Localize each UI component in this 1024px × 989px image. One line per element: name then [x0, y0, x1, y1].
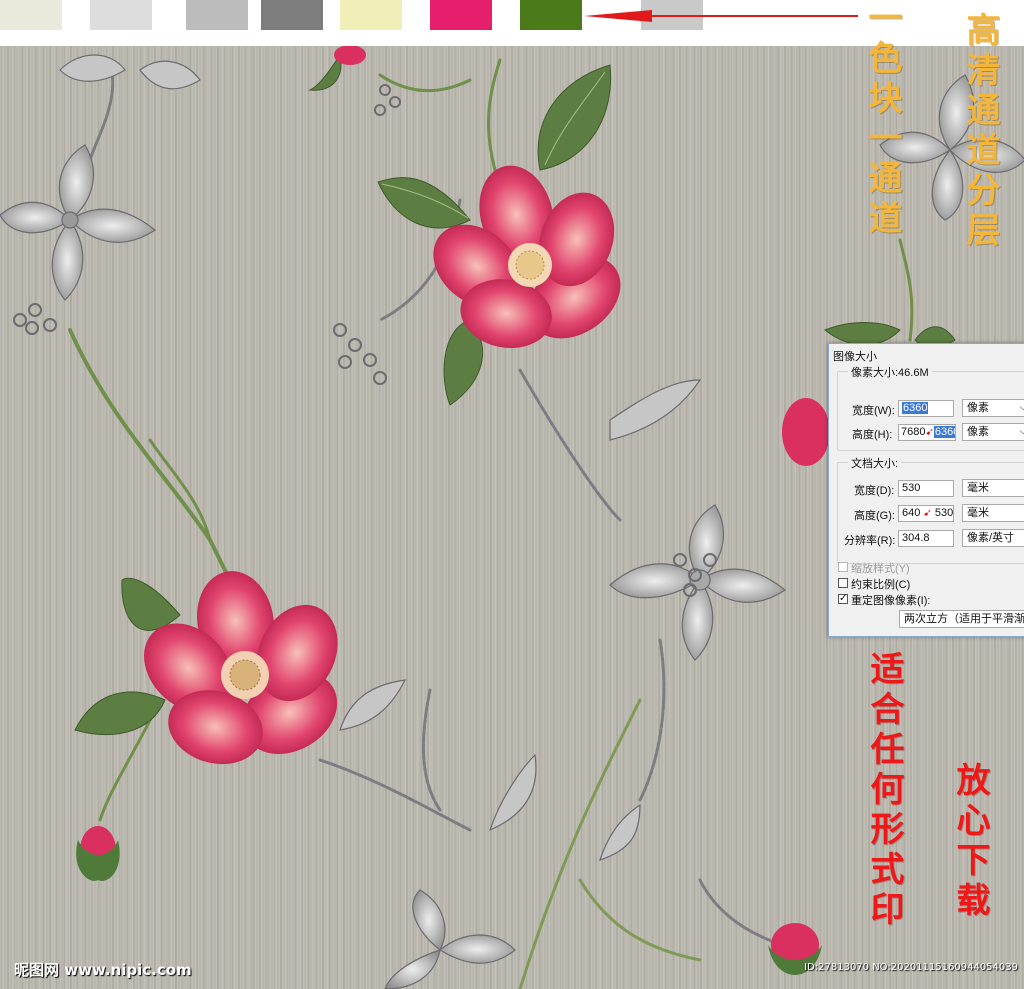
arrow-mark-icon: ➹ — [923, 508, 932, 519]
dialog-title: 图像大小 — [833, 351, 877, 363]
constrain-proportions-checkbox[interactable] — [838, 578, 848, 588]
swatch-6 — [430, 0, 492, 30]
image-size-dialog: 图像大小 像素大小:46.6M 宽度(W): 6360 像素 ⌵ 高度(H): 7… — [828, 343, 1024, 637]
pixel-width-input[interactable]: 6360 — [898, 400, 954, 417]
resample-method-select[interactable]: 两次立方（适用于平滑渐变 — [899, 610, 1024, 628]
resolution-unit-select[interactable]: 像素/英寸 — [962, 529, 1024, 547]
scale-styles-checkbox[interactable] — [838, 562, 848, 572]
pixel-group-label: 像素大小:46.6M — [848, 364, 932, 380]
chevron-down-icon: ⌵ — [1019, 402, 1024, 413]
document-size-group: 文档大小: 宽度(D): 530 毫米 高度(G): 640 ➹ 530 毫米 … — [837, 455, 1024, 564]
document-group-label: 文档大小: — [848, 455, 902, 471]
swatch-3 — [186, 0, 248, 30]
image-id-text: ID:27813070 NO:20201115160944054039 — [804, 962, 1018, 973]
swatch-2 — [90, 0, 152, 30]
doc-height-input[interactable]: 640 ➹ 530 — [898, 505, 954, 522]
chevron-down-icon: ⌵ — [1019, 426, 1024, 437]
pixel-width-unit-select[interactable]: 像素 ⌵ — [962, 399, 1024, 417]
site-logo: 昵图网 www.nipic.com — [14, 961, 192, 979]
swatch-5 — [340, 0, 402, 30]
caption-color-per-channel: 一色块一通道 — [862, 0, 902, 240]
pixel-height-label: 高度(H): — [852, 429, 893, 441]
caption-hd-channels: 高清通道分层 — [960, 12, 1000, 252]
doc-height-label: 高度(G): — [854, 510, 895, 522]
caption-safe-download: 放心下载 — [950, 762, 990, 922]
pixel-dimensions-group: 像素大小:46.6M 宽度(W): 6360 像素 ⌵ 高度(H): 7680➹6… — [837, 364, 1024, 451]
doc-width-unit-select[interactable]: 毫米 — [962, 479, 1024, 497]
constrain-proportions-label: 约束比例(C) — [851, 579, 911, 591]
arrow-left-icon — [584, 10, 858, 22]
resolution-label: 分辨率(R): — [844, 535, 896, 547]
doc-width-label: 宽度(D): — [854, 485, 895, 497]
swatch-7 — [520, 0, 582, 30]
caption-any-print: 适合任何形式印 — [864, 651, 904, 931]
pixel-height-unit-select[interactable]: 像素 ⌵ — [962, 423, 1024, 441]
resolution-input[interactable]: 304.8 — [898, 530, 954, 547]
scale-styles-label: 缩放样式(Y) — [851, 563, 910, 575]
resample-checkbox[interactable]: ✓ — [838, 594, 848, 604]
arrow-mark-icon: ➹ — [925, 427, 934, 438]
pixel-width-label: 宽度(W): — [852, 405, 895, 417]
swatch-1 — [0, 0, 62, 30]
doc-width-input[interactable]: 530 — [898, 480, 954, 497]
pixel-height-input[interactable]: 7680➹6360 — [898, 424, 956, 441]
resample-label: 重定图像像素(I): — [851, 595, 931, 607]
doc-height-unit-select[interactable]: 毫米 — [962, 504, 1024, 522]
swatch-4 — [261, 0, 323, 30]
